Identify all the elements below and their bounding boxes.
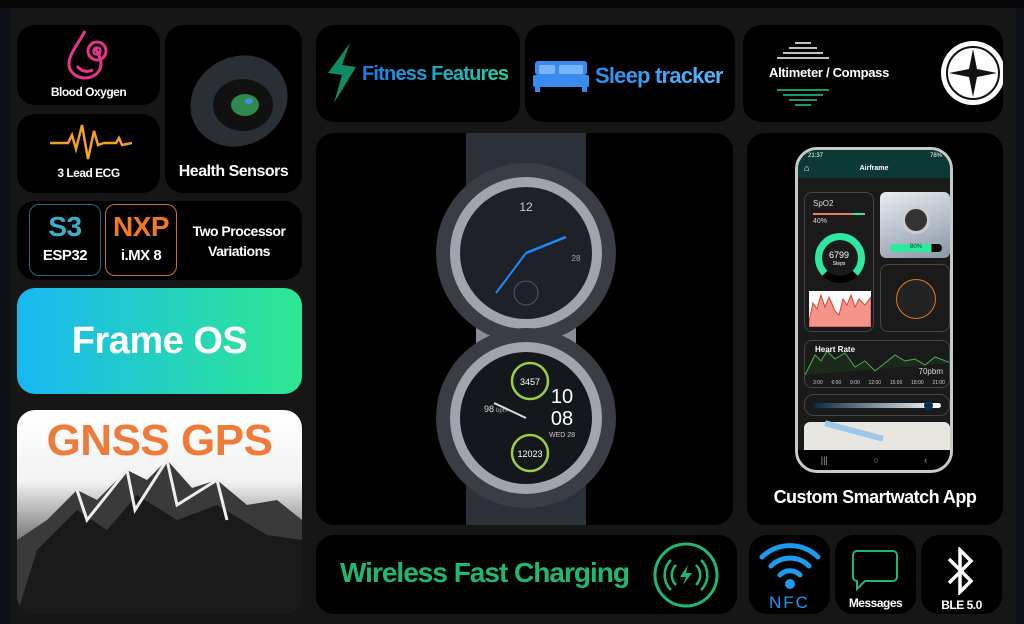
watch-thumbnail	[902, 206, 930, 234]
messages-label: Messages	[848, 596, 903, 610]
spo2-chart	[809, 291, 871, 327]
watch-sensor-image	[190, 55, 288, 147]
nfc-icon	[759, 543, 821, 589]
fitness-card: Fitness Features	[316, 25, 520, 122]
fitness-label: Fitness Features	[362, 63, 509, 85]
imx8-label: i.MX 8	[120, 247, 162, 264]
blood-drop-icon	[67, 30, 108, 80]
hr-tick: 12:00	[868, 380, 882, 386]
watch-top-12: 12	[519, 200, 533, 214]
back-icon[interactable]: ‹	[924, 455, 927, 465]
altimeter-label: Altimeter / Compass	[769, 65, 890, 80]
hour-value: 10	[551, 386, 573, 408]
phone-mockup: 21:37 78% ⌂ Airframe SpO2 40% 6799 Steps…	[795, 147, 953, 473]
recent-apps-icon[interactable]: |||	[821, 455, 828, 465]
hr-tick: 9:00	[850, 380, 860, 386]
message-bubble-icon	[852, 550, 898, 592]
map-river	[824, 420, 884, 442]
wireless-charging-card: Wireless Fast Charging	[316, 535, 737, 614]
bed-icon	[533, 61, 589, 92]
top-bar	[0, 0, 1024, 8]
app-title: Airframe	[859, 165, 889, 172]
gnss-label: GNSS GPS	[46, 416, 273, 465]
two-processor-line1: Two Processor	[192, 223, 286, 239]
hr-tick: 6:00	[831, 380, 842, 386]
nxp-logo: NXP	[112, 211, 170, 242]
ecg-waveform-icon	[50, 124, 132, 160]
wireless-label: Wireless Fast Charging	[340, 557, 630, 588]
heart-rate-axis: 3:00 6:00 9:00 12:00 15:00 18:00 21:00	[813, 380, 945, 386]
android-nav-bar: ||| ○ ‹	[798, 450, 950, 470]
blood-oxygen-label: Blood Oxygen	[50, 85, 127, 99]
heart-rate-title: Heart Rate	[815, 345, 856, 354]
spo2-steps-widget: SpO2 40% 6799 Steps	[804, 192, 874, 332]
watchface-widget	[880, 264, 950, 332]
bpm-value: 98	[484, 404, 494, 414]
nfc-card: NFC	[749, 535, 830, 614]
two-processor-label: Two Processor Variations	[181, 221, 297, 261]
health-sensors-card: Health Sensors	[165, 25, 302, 193]
hr-tick: 3:00	[813, 380, 823, 386]
nxp-badge: NXP i.MX 8	[105, 204, 177, 276]
compass-icon	[941, 41, 1003, 105]
wireless-charging-icon	[653, 542, 719, 608]
frame-os-card: Frame OS	[17, 288, 302, 394]
status-battery: 78%	[929, 153, 942, 159]
spo2-label: SpO2	[813, 199, 834, 208]
bluetooth-icon	[947, 547, 974, 595]
esp32-badge: S3 ESP32	[29, 204, 101, 276]
hr-tick: 18:00	[911, 380, 924, 386]
lightning-icon	[328, 43, 356, 103]
ecg-label: 3 Lead ECG	[57, 166, 120, 180]
steps-top-value: 3457	[520, 377, 540, 387]
esp32-label: ESP32	[42, 247, 88, 264]
watch-top-date: 28	[572, 254, 581, 263]
analog-watchface	[896, 279, 936, 319]
frame-os-label: Frame OS	[71, 320, 248, 362]
home-nav-icon[interactable]: ○	[873, 455, 878, 465]
slider-widget	[804, 394, 950, 416]
health-sensors-label: Health Sensors	[178, 163, 289, 180]
mountain-image	[17, 456, 302, 614]
hr-tick: 21:00	[932, 380, 945, 386]
phone-header: 21:37 78% ⌂ Airframe	[798, 150, 950, 178]
steps-bottom-value: 12023	[517, 449, 542, 459]
battery-bar: 80%	[890, 244, 942, 252]
ble-label: BLE 5.0	[941, 598, 982, 612]
sleep-label: Sleep tracker	[595, 63, 724, 88]
slider-track[interactable]	[813, 403, 941, 408]
messages-card: Messages	[835, 535, 916, 614]
processor-card: S3 ESP32 NXP i.MX 8 Two Processor Variat…	[17, 201, 302, 280]
date-value: WED 28	[549, 432, 575, 439]
app-card: 21:37 78% ⌂ Airframe SpO2 40% 6799 Steps…	[747, 133, 1003, 525]
slider-handle[interactable]	[924, 401, 934, 410]
s3-logo: S3	[48, 211, 82, 242]
status-time: 21:37	[808, 153, 824, 159]
custom-app-label: Custom Smartwatch App	[773, 487, 977, 507]
stacked-watch-image: 12 28 3457 12023 98 bpm 10 08 WED 28	[436, 133, 616, 525]
altimeter-card: Altimeter / Compass	[743, 25, 1003, 122]
nfc-label: NFC	[769, 593, 810, 612]
watch-showcase-card: 12 28 3457 12023 98 bpm 10 08 WED 28	[316, 133, 733, 525]
map-widget[interactable]	[804, 420, 950, 450]
heart-rate-widget: Heart Rate 70pbm 3:00 6:00 9:00 12:00 15:00 1…	[804, 340, 950, 388]
ble-card: BLE 5.0	[921, 535, 1002, 614]
heart-rate-value: 70pbm	[918, 367, 943, 376]
ecg-card: 3 Lead ECG	[17, 114, 160, 193]
blood-oxygen-card: Blood Oxygen	[17, 25, 160, 105]
sleep-card: Sleep tracker	[525, 25, 735, 122]
spo2-value: 40%	[813, 218, 828, 225]
two-processor-line2: Variations	[208, 243, 270, 259]
steps-label: Steps	[832, 261, 846, 267]
minute-value: 08	[551, 408, 573, 430]
watch-battery-widget: 80%	[880, 192, 950, 258]
steps-value: 6799	[828, 250, 850, 260]
hr-tick: 15:00	[889, 380, 903, 386]
spo2-bar	[813, 213, 865, 215]
gnss-card: GNSS GPS	[17, 410, 302, 614]
